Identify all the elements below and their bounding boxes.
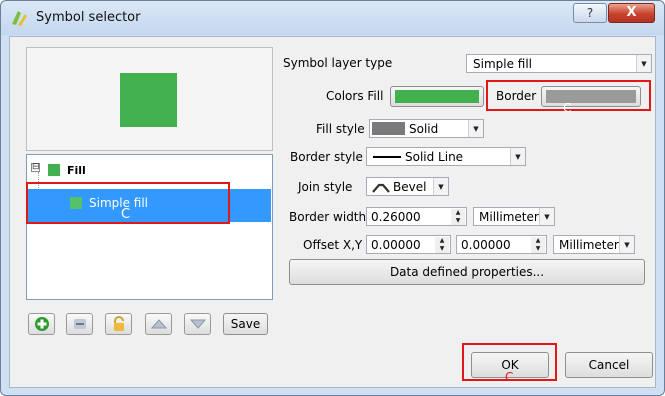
offset-label: Offset X,Y — [303, 238, 363, 252]
border-width-unit: Millimeter — [479, 209, 539, 224]
move-up-icon — [150, 319, 167, 329]
join-style-value: Bevel — [393, 179, 427, 194]
solid-pattern-swatch — [372, 122, 405, 135]
help-button[interactable]: ? — [573, 3, 607, 23]
move-down-button[interactable] — [184, 313, 211, 335]
border-color-button[interactable] — [541, 86, 641, 107]
highlight-box — [26, 182, 230, 224]
join-style-label: Join style — [298, 180, 353, 194]
offset-x-value: 0.00000 — [371, 237, 421, 252]
offset-x-spinbox[interactable]: 0.00000 ▲ ▼ — [366, 235, 451, 254]
spin-up-icon[interactable]: ▲ — [451, 209, 465, 217]
data-defined-properties-button[interactable]: Data defined properties... — [289, 259, 645, 285]
lock-icon — [113, 316, 124, 331]
offset-y-value: 0.00000 — [461, 237, 511, 252]
border-color-label: Border — [496, 89, 537, 103]
preview-fill-swatch — [120, 73, 177, 127]
add-layer-button[interactable] — [28, 313, 55, 335]
chevron-down-icon: ▼ — [510, 148, 525, 165]
border-style-label: Border style — [290, 150, 363, 164]
window-title: Symbol selector — [36, 10, 141, 25]
bevel-join-icon — [372, 183, 390, 193]
symbol-app-icon — [9, 8, 29, 28]
border-width-label: Border width — [289, 210, 367, 224]
fill-style-value: Solid — [409, 121, 439, 136]
join-style-combo[interactable]: Bevel ▼ — [366, 177, 449, 196]
chevron-down-icon: ▼ — [636, 55, 651, 72]
spin-up-icon[interactable]: ▲ — [531, 237, 545, 245]
close-button[interactable]: X — [608, 3, 655, 23]
fill-color-swatch — [395, 90, 479, 103]
border-width-value: 0.26000 — [371, 209, 421, 224]
layer-tree — [26, 154, 273, 300]
remove-layer-button[interactable] — [66, 313, 93, 335]
chevron-down-icon: ▼ — [619, 236, 634, 253]
cursor-marker: C — [505, 370, 514, 384]
spin-down-icon[interactable]: ▼ — [531, 245, 545, 253]
tree-item-fill[interactable]: Fill — [67, 164, 86, 177]
fill-swatch-icon — [48, 164, 60, 176]
offset-unit: Millimeter — [559, 237, 619, 252]
add-layer-icon — [34, 317, 49, 331]
spin-down-icon[interactable]: ▼ — [435, 245, 449, 253]
layer-type-combo[interactable]: Simple fill ▼ — [466, 54, 652, 73]
solid-line-icon — [373, 155, 401, 158]
remove-layer-icon — [73, 319, 86, 329]
chevron-down-icon: ▼ — [433, 178, 448, 195]
fill-color-button[interactable] — [390, 86, 484, 107]
layer-type-value: Simple fill — [473, 56, 533, 71]
collapse-icon[interactable]: ⊟ — [31, 163, 40, 172]
fill-style-label: Fill style — [316, 122, 365, 136]
chevron-down-icon: ▼ — [468, 120, 483, 137]
offset-y-spinbox[interactable]: 0.00000 ▲ ▼ — [456, 235, 547, 254]
move-up-button[interactable] — [145, 313, 172, 335]
save-button[interactable]: Save — [223, 313, 268, 335]
move-down-icon — [189, 319, 206, 329]
border-width-unit-combo[interactable]: Millimeter ▼ — [473, 207, 555, 226]
lock-button[interactable] — [105, 313, 132, 335]
chevron-down-icon: ▼ — [539, 208, 554, 225]
cursor-marker: C — [563, 101, 572, 115]
border-style-combo[interactable]: Solid Line ▼ — [366, 147, 526, 166]
colors-fill-label: Colors Fill — [326, 89, 384, 103]
offset-unit-combo[interactable]: Millimeter ▼ — [553, 235, 635, 254]
fill-style-combo[interactable]: Solid ▼ — [369, 119, 484, 138]
border-width-spinbox[interactable]: 0.26000 ▲ ▼ — [366, 207, 467, 226]
cancel-button[interactable]: Cancel — [565, 352, 653, 378]
border-color-swatch — [546, 90, 636, 103]
spin-down-icon[interactable]: ▼ — [451, 217, 465, 225]
layer-type-label: Symbol layer type — [283, 56, 393, 70]
spin-up-icon[interactable]: ▲ — [435, 237, 449, 245]
border-style-value: Solid Line — [405, 149, 464, 164]
